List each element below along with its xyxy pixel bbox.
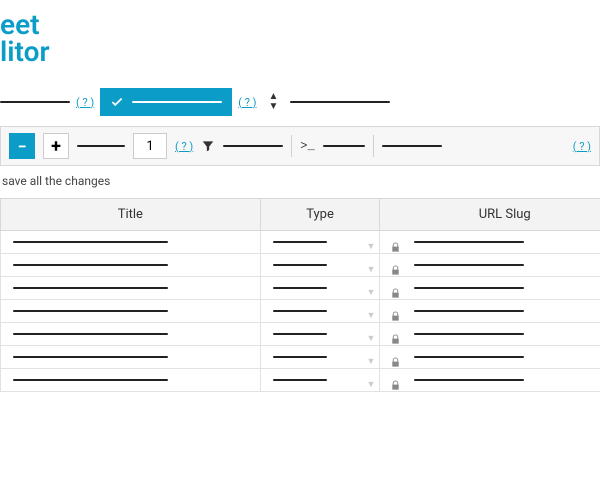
title-cell[interactable]	[1, 277, 261, 300]
type-cell[interactable]: ▼	[260, 277, 380, 300]
separator-2	[373, 135, 374, 157]
type-cell[interactable]: ▼	[260, 300, 380, 323]
help-link-2[interactable]: ( ? )	[238, 96, 256, 109]
filter-btn-label	[132, 101, 222, 103]
help-link-3[interactable]: ( ? )	[175, 140, 193, 153]
slug-cell[interactable]	[380, 323, 600, 346]
lock-icon	[390, 242, 401, 253]
title-cell[interactable]	[1, 231, 261, 254]
slug-cell[interactable]	[380, 300, 600, 323]
filter-row: ( ? ) ( ? ) ▲▼	[0, 86, 600, 126]
page-input[interactable]	[133, 133, 167, 159]
type-cell[interactable]: ▼	[260, 231, 380, 254]
help-link-4[interactable]: ( ? )	[573, 140, 591, 153]
table-row[interactable]: ▼	[1, 254, 600, 277]
toolbar-label-1	[77, 145, 125, 147]
type-cell[interactable]: ▼	[260, 346, 380, 369]
toolbar: − + ( ? ) >_ ( ? )	[0, 126, 600, 166]
table-row[interactable]: ▼	[1, 231, 600, 254]
slug-cell[interactable]	[380, 254, 600, 277]
lock-icon	[390, 357, 401, 368]
help-link-1[interactable]: ( ? )	[76, 96, 94, 109]
col-header-type[interactable]: Type	[260, 199, 380, 231]
toolbar-label-4	[382, 145, 442, 147]
table-row[interactable]: ▼	[1, 369, 600, 392]
title-cell[interactable]	[1, 254, 261, 277]
title-cell[interactable]	[1, 300, 261, 323]
table-row[interactable]: ▼	[1, 323, 600, 346]
title-cell[interactable]	[1, 369, 261, 392]
chevron-down-icon: ▼	[367, 241, 376, 252]
type-cell[interactable]: ▼	[260, 369, 380, 392]
col-header-title[interactable]: Title	[1, 199, 261, 231]
apply-filter-button[interactable]	[100, 88, 232, 116]
chevron-down-icon: ▼	[367, 333, 376, 344]
hint-text: save all the changes	[0, 166, 600, 198]
lock-icon	[390, 334, 401, 345]
slug-cell[interactable]	[380, 346, 600, 369]
filter-label-2	[290, 101, 390, 103]
chevron-down-icon: ▼	[367, 287, 376, 298]
toolbar-label-3	[323, 145, 365, 147]
table-row[interactable]: ▼	[1, 346, 600, 369]
funnel-icon[interactable]	[201, 139, 215, 153]
terminal-prefix: >_	[300, 139, 314, 153]
lock-icon	[390, 288, 401, 299]
sort-icon: ▲▼	[269, 92, 279, 112]
plus-button[interactable]: +	[43, 133, 69, 159]
table-row[interactable]: ▼	[1, 300, 600, 323]
separator-1	[291, 135, 292, 157]
check-icon	[110, 95, 124, 109]
logo: eet litor	[0, 0, 600, 86]
data-table: Title Type URL Slug ▼ ▼ ▼ ▼ ▼ ▼ ▼	[0, 198, 600, 392]
filter-label-1	[0, 101, 70, 103]
title-cell[interactable]	[1, 323, 261, 346]
chevron-down-icon: ▼	[367, 379, 376, 390]
slug-cell[interactable]	[380, 277, 600, 300]
slug-cell[interactable]	[380, 369, 600, 392]
title-cell[interactable]	[1, 346, 261, 369]
type-cell[interactable]: ▼	[260, 254, 380, 277]
lock-icon	[390, 380, 401, 391]
table-row[interactable]: ▼	[1, 277, 600, 300]
chevron-down-icon: ▼	[367, 356, 376, 367]
lock-icon	[390, 311, 401, 322]
type-cell[interactable]: ▼	[260, 323, 380, 346]
slug-cell[interactable]	[380, 231, 600, 254]
lock-icon	[390, 265, 401, 276]
filter-select[interactable]: ▲▼	[263, 89, 285, 115]
chevron-down-icon: ▼	[367, 310, 376, 321]
col-header-slug[interactable]: URL Slug	[380, 199, 600, 231]
logo-line2: litor	[0, 35, 600, 68]
toolbar-label-2	[223, 145, 283, 147]
minus-button[interactable]: −	[9, 133, 35, 159]
chevron-down-icon: ▼	[367, 264, 376, 275]
